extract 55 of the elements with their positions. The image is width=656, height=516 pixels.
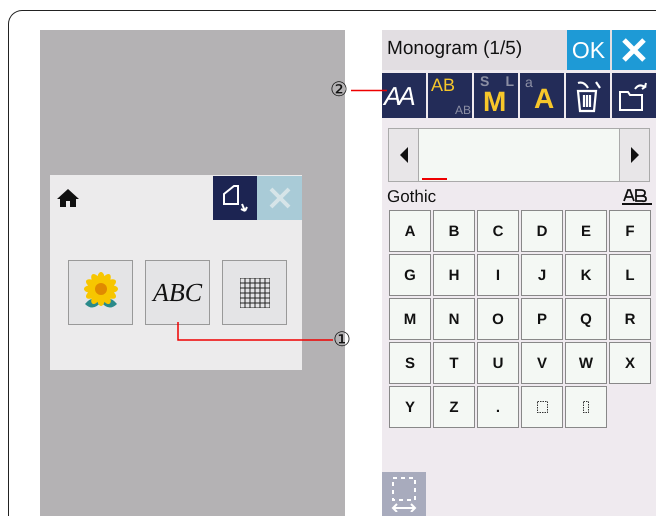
letter-key[interactable]: R	[609, 298, 651, 340]
home-icon[interactable]	[56, 188, 80, 208]
letter-key[interactable]: U	[477, 342, 519, 384]
narrow-space-icon	[583, 401, 589, 413]
case-button[interactable]: AB AB	[428, 73, 472, 118]
letter-key[interactable]: Y	[389, 386, 431, 428]
callout-number: ①	[333, 330, 351, 350]
letter-key[interactable]: T	[433, 342, 475, 384]
open-folder-button[interactable]	[612, 73, 656, 118]
narrow-space-key[interactable]	[565, 386, 607, 428]
letter-key[interactable]: B	[433, 210, 475, 252]
callout-number: ②	[330, 80, 348, 100]
close-icon	[268, 186, 292, 210]
font-button[interactable]: AA	[382, 73, 426, 118]
letter-key[interactable]: X	[609, 342, 651, 384]
letter-key[interactable]: L	[609, 254, 651, 296]
letter-key[interactable]: V	[521, 342, 563, 384]
size-button[interactable]: S L M	[474, 73, 518, 118]
left-arrow-button[interactable]	[388, 128, 419, 182]
letter-key[interactable]: N	[433, 298, 475, 340]
letter-key[interactable]: A	[389, 210, 431, 252]
letter-key[interactable]: O	[477, 298, 519, 340]
letter-key[interactable]: J	[521, 254, 563, 296]
right-arrow-icon	[630, 147, 640, 163]
space-key[interactable]	[521, 386, 563, 428]
letter-key[interactable]: .	[477, 386, 519, 428]
text-input-field[interactable]	[419, 128, 619, 182]
letter-key[interactable]: P	[521, 298, 563, 340]
letter-key[interactable]: E	[565, 210, 607, 252]
letter-key[interactable]: Q	[565, 298, 607, 340]
font-name: Gothic	[387, 187, 436, 207]
letter-key[interactable]: F	[609, 210, 651, 252]
grid-button[interactable]	[222, 260, 287, 325]
letter-key[interactable]: Z	[433, 386, 475, 428]
close-icon	[620, 36, 648, 64]
letter-key[interactable]: S	[389, 342, 431, 384]
letter-key[interactable]: W	[565, 342, 607, 384]
hoop-button[interactable]	[213, 176, 257, 220]
letter-key[interactable]: G	[389, 254, 431, 296]
flower-design-button[interactable]	[68, 260, 133, 325]
letter-key[interactable]: H	[433, 254, 475, 296]
letter-key[interactable]: C	[477, 210, 519, 252]
monogram-button[interactable]: ABC	[145, 260, 210, 325]
letter-key[interactable]: M	[389, 298, 431, 340]
space-icon	[536, 401, 548, 413]
left-arrow-icon	[398, 147, 408, 163]
screen-title: Monogram (1/5)	[386, 37, 524, 61]
text-underline-icon[interactable]	[622, 188, 652, 206]
letter-key[interactable]: D	[521, 210, 563, 252]
right-arrow-button[interactable]	[619, 128, 650, 182]
delete-button[interactable]	[566, 73, 610, 118]
letter-key[interactable]: I	[477, 254, 519, 296]
letter-key[interactable]: K	[565, 254, 607, 296]
frame-arrow-icon	[390, 476, 418, 512]
grid-icon	[240, 278, 270, 308]
